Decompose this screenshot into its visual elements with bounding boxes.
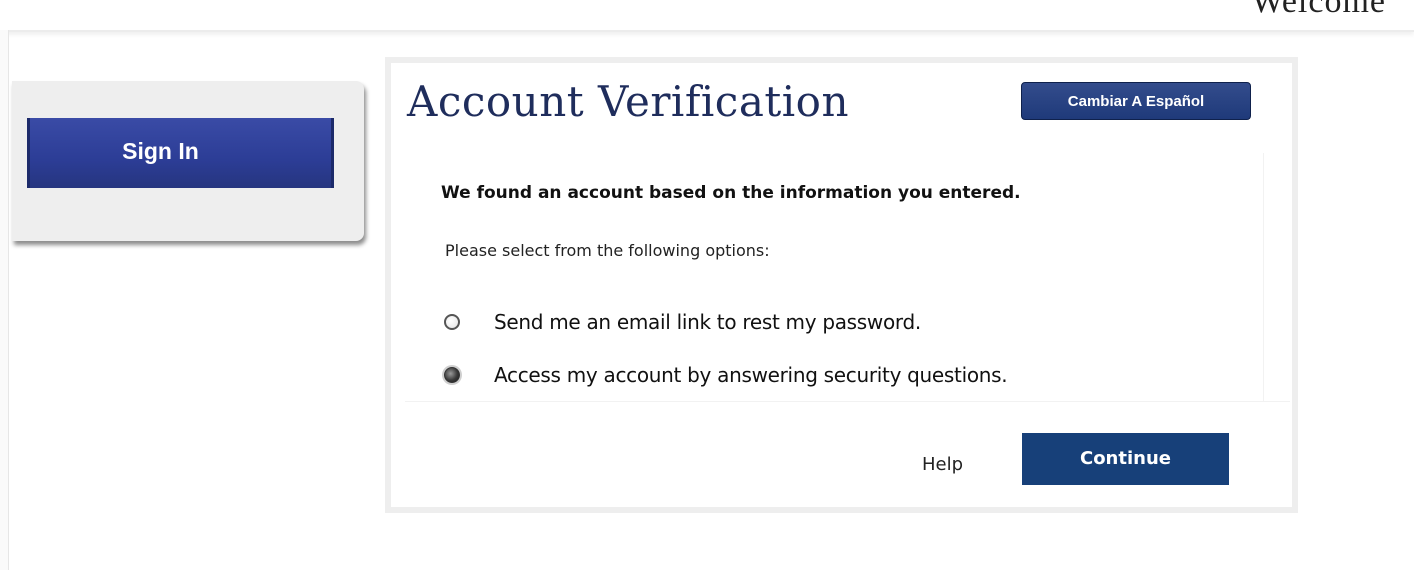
page-title: Account Verification <box>407 77 850 126</box>
radio-email-link[interactable] <box>444 314 460 330</box>
help-link[interactable]: Help <box>922 454 963 475</box>
welcome-text: Welcome <box>1251 0 1386 20</box>
change-language-button[interactable]: Cambiar A Español <box>1021 82 1251 120</box>
option-email-link[interactable]: Send me an email link to rest my passwor… <box>444 310 921 334</box>
continue-button[interactable]: Continue <box>1022 433 1229 485</box>
sign-in-button-label: Sign In <box>122 138 199 164</box>
option-email-link-label: Send me an email link to rest my passwor… <box>494 310 921 334</box>
option-security-questions[interactable]: Access my account by answering security … <box>444 363 1008 387</box>
dialog-footer: Help Continue <box>405 401 1290 506</box>
top-header-bar: Welcome <box>0 0 1414 32</box>
option-security-questions-label: Access my account by answering security … <box>494 363 1008 387</box>
radio-security-questions[interactable] <box>444 367 460 383</box>
sign-in-button[interactable]: Sign In <box>27 118 334 188</box>
account-found-message: We found an account based on the informa… <box>441 183 1021 203</box>
account-verification-dialog: Account Verification Cambiar A Español W… <box>385 57 1298 513</box>
continue-button-label: Continue <box>1079 448 1171 469</box>
page: Welcome Sign In Account Verification Cam… <box>0 0 1414 570</box>
left-edge <box>0 30 9 570</box>
signin-panel: Sign In <box>12 81 364 241</box>
select-options-prompt: Please select from the following options… <box>445 241 770 260</box>
